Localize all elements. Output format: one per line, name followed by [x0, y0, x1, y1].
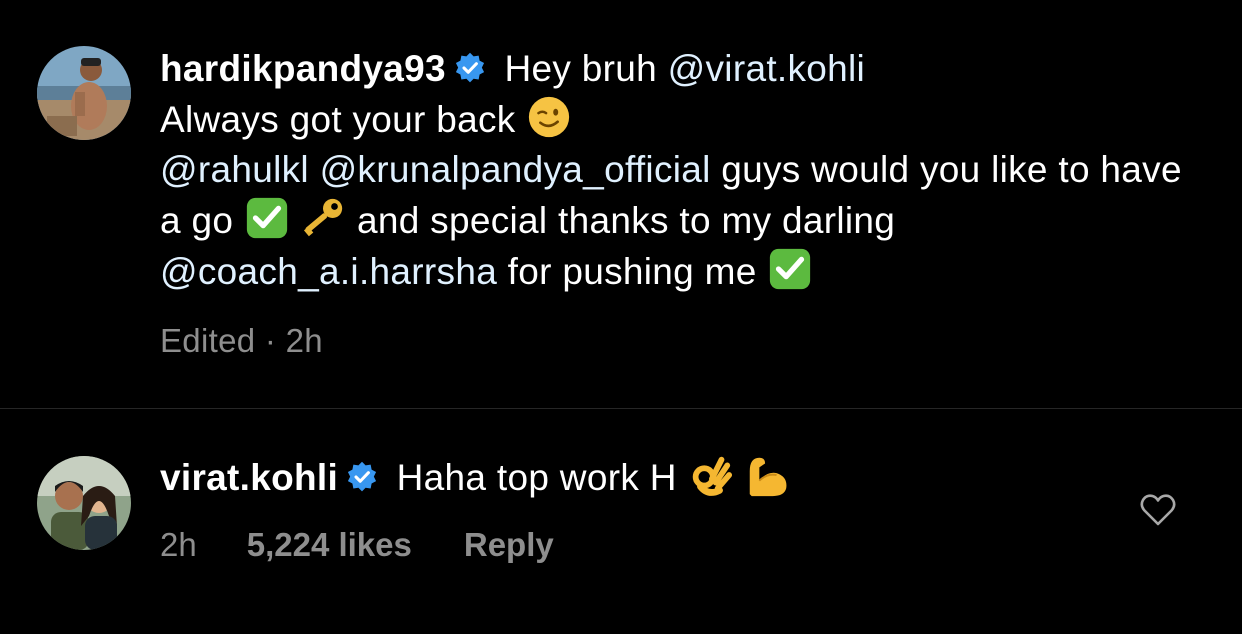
verified-badge-icon [347, 461, 377, 492]
winking-face-icon [529, 96, 570, 138]
edited-label: Edited [160, 322, 256, 359]
mention-rahul[interactable]: @rahulkl [160, 149, 309, 190]
verified-badge-icon [455, 52, 485, 83]
avatar-image [37, 46, 131, 140]
ok-hand-icon [693, 456, 733, 496]
caption-line-4: and special thanks to my darling [346, 200, 896, 241]
flexed-biceps-icon [749, 457, 787, 497]
check-mark-icon [246, 197, 287, 239]
meta-separator: · [255, 322, 286, 359]
avatar-image [37, 456, 131, 550]
caption-line-5: for pushing me [497, 251, 768, 292]
avatar[interactable] [37, 46, 131, 140]
caption-time: 2h [285, 322, 323, 359]
comment-avatar[interactable] [37, 456, 131, 550]
mention-virat[interactable]: @virat.kohli [668, 48, 865, 89]
caption-line-2: Always got your back [160, 99, 527, 140]
comment-time: 2h [160, 526, 197, 563]
comment-username[interactable]: virat.kohli [160, 457, 338, 498]
caption-block: hardikpandya93 Hey bruh @virat.kohli Alw… [0, 0, 1242, 408]
key-icon [304, 198, 343, 237]
caption-intro: Hey bruh [493, 48, 668, 89]
divider [0, 408, 1242, 409]
caption-username[interactable]: hardikpandya93 [160, 48, 446, 89]
check-mark-icon [770, 248, 811, 290]
caption-meta: Edited · 2h [160, 322, 323, 360]
mention-krunal[interactable]: @krunalpandya_official [320, 149, 711, 190]
comment-likes[interactable]: 5,224 likes [247, 526, 412, 564]
comment-text: virat.kohli Haha top work H [160, 452, 790, 503]
comment-meta: 2h 5,224 likes Reply [160, 526, 554, 564]
heart-icon[interactable] [1138, 490, 1178, 530]
mention-coach[interactable]: @coach_a.i.harrsha [160, 251, 497, 292]
comment-body: Haha top work H [386, 457, 688, 498]
caption-text: hardikpandya93 Hey bruh @virat.kohli Alw… [160, 44, 1200, 297]
reply-button[interactable]: Reply [464, 526, 554, 564]
